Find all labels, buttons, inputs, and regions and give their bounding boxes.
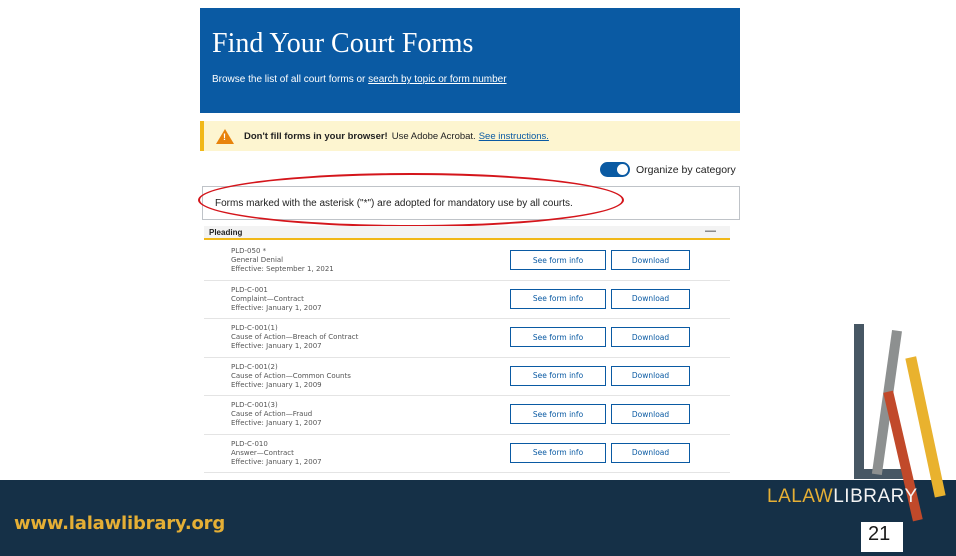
download-button[interactable]: Download <box>611 250 690 270</box>
instructions-link[interactable]: See instructions. <box>479 131 549 142</box>
see-form-info-button[interactable]: See form info <box>510 442 606 463</box>
form-effective: Effective: January 1, 2007 <box>231 303 322 312</box>
form-row: PLD-C-010 Answer—Contract Effective: Janua… <box>204 435 730 473</box>
form-effective: Effective: September 1, 2021 <box>231 265 334 273</box>
form-effective: Effective: January 1, 2007 <box>231 342 322 350</box>
form-row: PLD-C-001(2) Cause of Action—Common Count… <box>204 358 730 396</box>
page-title: Find Your Court Forms <box>212 28 474 59</box>
see-form-info-button[interactable]: See form info <box>510 250 606 270</box>
hero-banner: Find Your Court Forms Browse the list of… <box>200 8 740 113</box>
form-name: Cause of Action—Breach of Contract <box>231 333 359 341</box>
download-button[interactable]: Download <box>611 404 690 424</box>
organize-toggle-row: Organize by category <box>600 162 736 177</box>
form-effective: Effective: January 1, 2007 <box>231 457 322 466</box>
download-button[interactable]: Download <box>611 442 690 463</box>
see-form-info-button[interactable]: See form info <box>510 288 606 309</box>
form-row: PLD-050 * General Denial Effective: Septem… <box>204 242 730 281</box>
warning-bold-text: Don't fill forms in your browser! <box>244 130 388 142</box>
form-code: PLD-050 * <box>231 247 267 255</box>
collapse-icon[interactable]: — <box>705 225 716 238</box>
form-code: PLD-C-001(3) <box>231 401 278 409</box>
download-button[interactable]: Download <box>611 365 690 386</box>
form-effective: Effective: January 1, 2007 <box>231 419 322 427</box>
website-url[interactable]: www.lalawlibrary.org <box>14 513 225 534</box>
warning-banner: ! Don't fill forms in your browser! Use … <box>200 121 740 151</box>
form-code: PLD-C-001(1) <box>231 324 278 332</box>
see-form-info-button[interactable]: See form info <box>510 365 606 386</box>
see-form-info-button[interactable]: See form info <box>510 327 606 347</box>
form-name: Cause of Action—Common Counts <box>231 371 351 380</box>
organize-toggle[interactable] <box>600 162 630 177</box>
form-name: Answer—Contract <box>231 448 294 457</box>
search-link[interactable]: search by topic or form number <box>368 74 506 85</box>
warning-text: Use Adobe Acrobat. <box>391 130 476 142</box>
organize-toggle-label: Organize by category <box>636 163 736 176</box>
download-button[interactable]: Download <box>611 327 690 347</box>
page-number: 21 <box>868 523 891 545</box>
form-row: PLD-C-001 Complaint—Contract Effective: Ja… <box>204 281 730 319</box>
see-form-info-button[interactable]: See form info <box>510 404 606 424</box>
logo-dark-bar <box>854 324 864 479</box>
section-header-pleading[interactable]: Pleading — <box>204 225 730 240</box>
form-effective: Effective: January 1, 2009 <box>231 380 322 389</box>
forms-list: PLD-050 * General Denial Effective: Septem… <box>204 242 730 473</box>
form-name: Cause of Action—Fraud <box>231 410 313 418</box>
download-button[interactable]: Download <box>611 288 690 309</box>
form-name: General Denial <box>231 256 284 264</box>
warning-icon: ! <box>216 128 234 144</box>
form-code: PLD-C-001 <box>231 285 268 294</box>
form-code: PLD-C-001(2) <box>231 362 278 371</box>
form-row: PLD-C-001(1) Cause of Action—Breach of Co… <box>204 319 730 358</box>
form-row: PLD-C-001(3) Cause of Action—Fraud Effecti… <box>204 396 730 435</box>
form-name: Complaint—Contract <box>231 294 304 303</box>
mandatory-use-notice: Forms marked with the asterisk ("*") are… <box>202 186 740 220</box>
brand-wordmark: LALAWLIBRARY <box>767 486 918 507</box>
form-code: PLD-C-010 <box>231 439 268 448</box>
hero-subtitle: Browse the list of all court forms or se… <box>212 74 507 85</box>
